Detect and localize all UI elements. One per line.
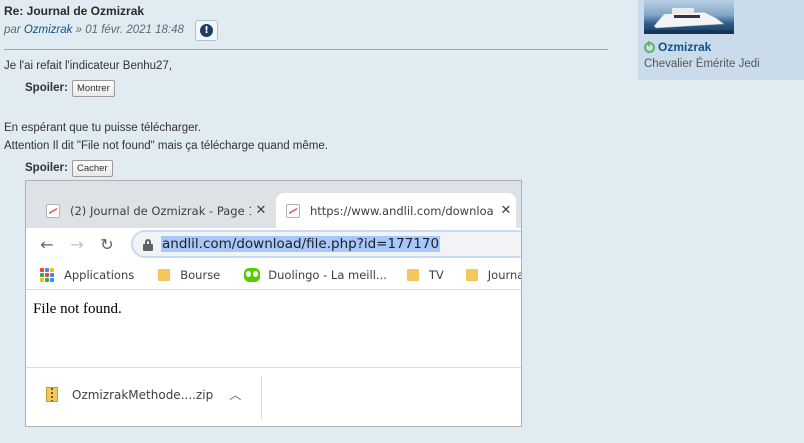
reload-icon: ↻ [100,234,114,254]
lock-icon [143,238,153,251]
spoiler-label-2: Spoiler: [25,162,68,174]
forward-arrow-icon: → [70,234,84,254]
bookmark-tv: TV [406,267,444,282]
profile-username[interactable]: Ozmizrak [644,40,711,54]
profile-username-label[interactable]: Ozmizrak [658,40,711,54]
browser-tab-2: https://www.andlil.com/downloa ✕ [276,193,516,228]
spoiler-screenshot: (2) Journal de Ozmizrak - Page 1 ✕ https… [25,180,522,427]
bookmarks-bar: Applications Bourse Duolingo - La meill.… [26,260,521,290]
download-item: OzmizrakMethode....zip ︿ [46,386,241,403]
bookmark-journaux: Journaux [465,267,521,282]
post-meta: par Ozmizrak » 01 févr. 2021 18:48 [4,24,184,36]
chevron-up-icon: ︿ [229,388,242,402]
spoiler-show-button[interactable]: Montrer [72,80,115,97]
post-by: par [4,24,21,36]
browser-tab-1: (2) Journal de Ozmizrak - Page 1 ✕ [36,193,271,228]
browser-tab-bar: (2) Journal de Ozmizrak - Page 1 ✕ https… [26,181,521,228]
apps-grid-icon [40,267,54,282]
report-button[interactable]: ! [195,20,218,41]
address-url: andlil.com/download/file.php?id=177170 [161,236,441,252]
duolingo-icon [244,267,261,282]
exclamation-icon: ! [200,24,213,37]
bookmark-label: TV [428,267,444,282]
date-separator: » [75,24,82,36]
address-bar: andlil.com/download/file.php?id=177170 [131,230,521,258]
bookmark-label: Bourse [180,267,221,282]
post-line-1: Je l'ai refait l'indicateur Benhu27, [4,60,173,72]
bookmark-label: Applications [64,267,135,282]
folder-icon [406,268,419,281]
download-separator [261,376,262,420]
close-icon: ✕ [255,203,267,218]
tab-title: (2) Journal de Ozmizrak - Page 1 [70,203,251,218]
post-author-link[interactable]: Ozmizrak [24,24,73,36]
page-favicon-icon [286,203,300,218]
bookmark-label: Journaux [487,267,521,282]
profile-rank: Chevalier Émérite Jedi [644,58,760,70]
post-divider [4,49,608,50]
bookmark-applications: Applications [26,267,135,282]
author-profile: Ozmizrak Chevalier Émérite Jedi [638,0,804,80]
close-icon: ✕ [500,203,512,218]
avatar[interactable] [644,0,734,34]
post-title[interactable]: Re: Journal de Ozmizrak [4,4,144,18]
back-arrow-icon: ← [40,234,54,254]
tab-title: https://www.andlil.com/downloa [310,203,494,218]
download-filename: OzmizrakMethode....zip [72,387,214,402]
download-shelf: OzmizrakMethode....zip ︿ [26,367,521,426]
post-line-3: Attention Il dit "File not found" mais ç… [4,140,328,152]
bookmark-bourse: Bourse [158,268,220,282]
folder-icon [465,268,478,281]
post-line-2: En espérant que tu puisse télécharger. [4,122,201,134]
page-text: File not found. [33,301,122,317]
bookmark-duolingo: Duolingo - La meill... [244,267,387,282]
post-date: 01 févr. 2021 18:48 [85,24,184,36]
spoiler-hide-button[interactable]: Cacher [72,160,113,177]
spoiler-label-1: Spoiler: [25,82,68,94]
online-status-icon [644,40,655,53]
zip-file-icon [46,387,58,402]
bookmark-label: Duolingo - La meill... [268,267,387,282]
page-favicon-icon [46,203,60,218]
folder-icon [158,268,171,281]
browser-toolbar: ← → ↻ andlil.com/download/file.php?id=17… [26,228,521,260]
